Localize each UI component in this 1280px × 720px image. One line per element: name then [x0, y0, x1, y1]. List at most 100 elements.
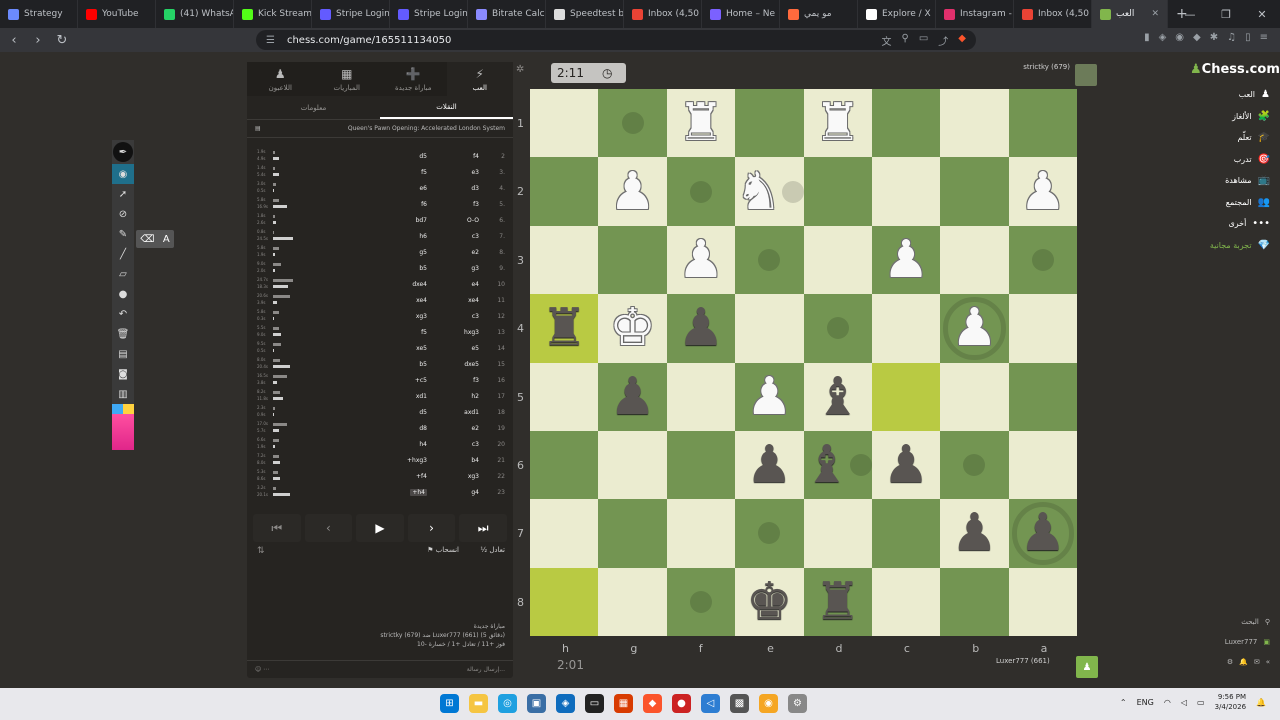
board-square[interactable]	[1008, 430, 1077, 500]
black-piece-R[interactable]: ♜	[541, 302, 588, 354]
black-move[interactable]: +f4	[397, 473, 427, 480]
cursor-icon[interactable]: ➚	[112, 184, 134, 204]
black-move[interactable]: b5	[397, 361, 427, 368]
black-piece-P[interactable]: ♟	[609, 371, 656, 423]
black-move[interactable]: f5	[397, 169, 427, 176]
board-square[interactable]: ♝	[803, 362, 872, 431]
previous-move-button[interactable]: ‹	[304, 514, 353, 542]
tab-games[interactable]: ▦ المباريات	[314, 62, 381, 96]
sidebar-icon[interactable]: ▯	[1245, 32, 1251, 43]
terminal-icon[interactable]: ▭	[585, 694, 604, 713]
black-move[interactable]: bd7	[397, 217, 427, 224]
board-square[interactable]: ♝	[803, 430, 872, 500]
black-move[interactable]: d8	[397, 425, 427, 432]
resign-button[interactable]: ⚑ انسحاب	[427, 546, 459, 554]
white-piece-R[interactable]: ♜	[814, 97, 861, 149]
restore-icon[interactable]: ❐	[1208, 0, 1244, 28]
black-piece-B[interactable]: ♝	[804, 439, 851, 491]
nav-item[interactable]: أخرى •••	[1190, 213, 1280, 235]
book-icon[interactable]: ▤	[255, 125, 261, 132]
board-square[interactable]: ♟	[940, 294, 1009, 363]
black-piece-K[interactable]: ♚	[746, 576, 793, 628]
black-piece-P[interactable]: ♟	[678, 302, 725, 354]
white-piece-N[interactable]: ♞	[735, 166, 782, 218]
board-square[interactable]	[666, 362, 736, 431]
pen-icon[interactable]: ✒	[113, 142, 133, 162]
share-icon[interactable]: ⤴	[938, 33, 948, 48]
board-square[interactable]	[735, 225, 804, 295]
app-icon[interactable]: ▣	[527, 694, 546, 713]
board-square[interactable]: ♟	[871, 430, 941, 500]
player-info[interactable]: Luxer777 (661)	[996, 657, 1050, 665]
media-icon[interactable]: ♫	[1227, 32, 1236, 43]
browser-tab[interactable]: Explore / X	[858, 0, 936, 28]
color-swatch[interactable]	[112, 414, 134, 450]
board-square[interactable]: ♞	[735, 157, 804, 226]
black-move[interactable]: xg3	[397, 313, 427, 320]
black-piece-P[interactable]: ♟	[951, 507, 998, 559]
board-square[interactable]	[940, 430, 1009, 500]
board-square[interactable]	[530, 362, 599, 431]
vpn-icon[interactable]: ◈	[1159, 32, 1167, 43]
board-square[interactable]: ♟	[666, 294, 736, 363]
board-square[interactable]: ♟	[735, 362, 804, 431]
nav-item[interactable]: المجتمع 👥	[1190, 192, 1280, 214]
white-move[interactable]: g3	[449, 265, 479, 272]
white-move[interactable]: dxe5	[449, 361, 479, 368]
black-move[interactable]: +h4	[397, 488, 427, 496]
board-square[interactable]	[530, 89, 599, 158]
black-move[interactable]: d5	[397, 409, 427, 416]
laser-icon[interactable]: ⊘	[112, 204, 134, 224]
camera-icon[interactable]: ◙	[112, 364, 134, 384]
browser-tab[interactable]: Home – Ne	[702, 0, 780, 28]
subtab[interactable]: النقلات	[380, 96, 513, 119]
black-piece-B[interactable]: ♝	[814, 371, 861, 423]
reload-icon[interactable]: ↻	[52, 30, 72, 50]
settings-icon[interactable]: ⚙	[788, 694, 807, 713]
player-avatar[interactable]: ♟	[1076, 656, 1098, 678]
white-move[interactable]: hxg3	[449, 329, 479, 336]
white-move[interactable]: h2	[449, 393, 479, 400]
board-square[interactable]	[940, 567, 1009, 636]
board-square[interactable]	[735, 89, 804, 158]
trash-icon[interactable]: 🗑	[112, 324, 134, 344]
chess-board[interactable]: ♜ ♜ ♟ ♞ ♟ ♟ ♟ ♜ ♚ ♟ ♟ ♟ ♟ ♝ ♟ ♝ ♟ ♟ ♟ ♚ ♜	[530, 89, 1077, 636]
board-square[interactable]	[871, 362, 941, 431]
white-move[interactable]: c3	[449, 233, 479, 240]
extension-icon[interactable]: ▮	[1144, 32, 1150, 43]
puzzle-icon[interactable]: ✱	[1210, 32, 1218, 43]
white-move[interactable]: e5	[449, 345, 479, 352]
board-square[interactable]	[871, 89, 941, 158]
white-piece-P[interactable]: ♟	[1020, 166, 1067, 218]
white-move[interactable]: g4	[449, 489, 479, 496]
black-piece-P[interactable]: ♟	[746, 439, 793, 491]
board-square[interactable]: ♟	[940, 499, 1009, 568]
black-move[interactable]: b5	[397, 265, 427, 272]
site-info-icon[interactable]: ☰	[266, 35, 275, 46]
white-move[interactable]: c3	[449, 441, 479, 448]
board-square[interactable]	[598, 89, 667, 158]
browser-tab[interactable]: العب ✕	[1092, 0, 1168, 28]
white-piece-K[interactable]: ♚	[609, 302, 656, 354]
board-settings-icon[interactable]: ✲	[516, 64, 524, 75]
board-square[interactable]	[803, 157, 872, 226]
board-square[interactable]: ♜	[666, 89, 736, 158]
circle-icon[interactable]: ●	[112, 284, 134, 304]
edge-icon[interactable]: ◎	[498, 694, 517, 713]
cast-icon[interactable]: ▭	[919, 33, 928, 48]
black-move[interactable]: xd1	[397, 393, 427, 400]
battery-icon[interactable]: ▭	[1197, 698, 1205, 707]
eye-icon[interactable]: ◉	[112, 164, 134, 184]
menu-icon[interactable]: ≡	[1260, 32, 1268, 43]
browser-tab[interactable]: Stripe Login	[390, 0, 468, 28]
last-move-button[interactable]: ⏭	[459, 514, 507, 542]
board-square[interactable]	[803, 225, 872, 295]
minimize-icon[interactable]: —	[1172, 0, 1208, 28]
opponent-info[interactable]: strictky (679)	[1023, 63, 1070, 71]
board-square[interactable]	[803, 499, 872, 568]
mail-icon[interactable]: ✉	[1254, 658, 1260, 666]
eraser-icon[interactable]: ▱	[112, 264, 134, 284]
board-square[interactable]	[871, 567, 941, 636]
zoom-icon[interactable]: ⚲	[902, 33, 909, 48]
board-square[interactable]	[530, 499, 599, 568]
